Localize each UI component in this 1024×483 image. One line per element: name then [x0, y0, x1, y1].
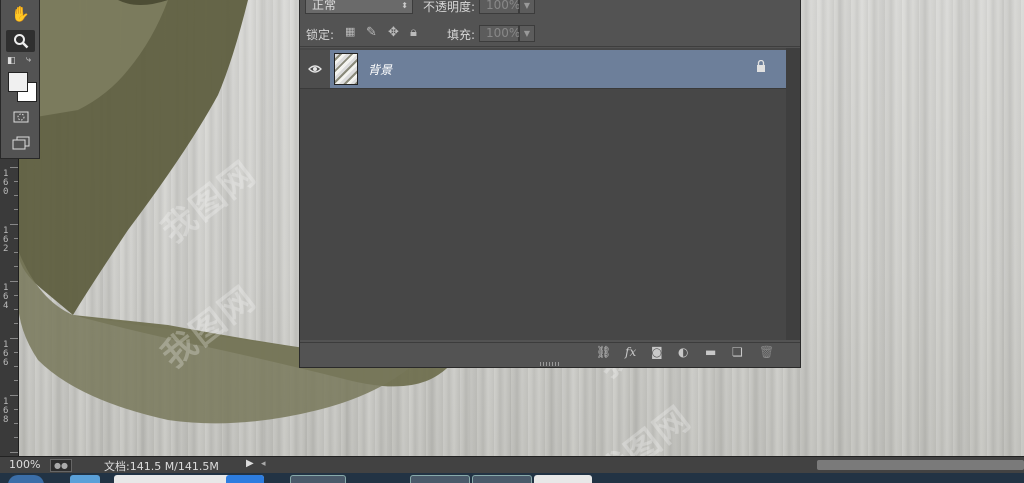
layers-scrollbar[interactable] [786, 48, 800, 340]
blend-row: 正常 ⬍ 不透明度: 100% ▼ [300, 0, 800, 18]
default-colors-icon[interactable]: ◧ [7, 56, 16, 66]
lock-transparent-pixels-icon[interactable]: ▦ [345, 25, 355, 38]
ruler-label: 1 6 8 [3, 397, 9, 425]
taskbar-app-icon[interactable] [534, 475, 592, 483]
fill-field[interactable]: 100% [479, 25, 520, 42]
blend-mode-value: 正常 [312, 0, 337, 12]
start-button-icon[interactable] [8, 475, 44, 483]
opacity-dropdown-arrow-icon[interactable]: ▼ [519, 0, 535, 14]
fill-label: 填充: [447, 28, 476, 42]
ruler-label: 1 6 2 [3, 226, 9, 254]
opacity-field[interactable]: 100% [479, 0, 520, 14]
lock-row: 锁定: ▦ ✎ ✥ 🔒︎ 填充: 100% ▼ [300, 22, 800, 47]
layers-list[interactable]: 背景 [300, 48, 786, 340]
taskbar-app-icon[interactable] [226, 475, 264, 483]
panel-resize-grip[interactable] [540, 362, 560, 366]
new-group-folder-icon[interactable]: ▬ [705, 345, 716, 359]
horizontal-scrollbar-thumb[interactable] [817, 460, 1024, 470]
quick-mask-icon[interactable] [6, 106, 35, 128]
taskbar-app-icon[interactable] [472, 475, 532, 483]
taskbar-app-icon[interactable] [290, 475, 346, 483]
layer-thumbnail [334, 53, 358, 85]
layer-lock-icon [756, 59, 766, 75]
hand-tool-icon[interactable]: ✋ [6, 3, 35, 25]
ruler-label: 1 6 4 [3, 283, 9, 311]
ruler-label: 1 6 0 [3, 169, 9, 197]
opacity-label: 不透明度: [423, 0, 476, 14]
document-info: 文档:141.5 M/141.5M [104, 460, 219, 473]
screen-mode-icon[interactable] [6, 132, 35, 154]
blend-mode-dropdown[interactable]: 正常 ⬍ [305, 0, 413, 14]
link-layers-icon[interactable]: ⛓ [596, 345, 611, 359]
taskbar-app-icon[interactable] [70, 475, 100, 483]
foreground-color-swatch[interactable] [8, 72, 28, 92]
status-bar: 100% ●● 文档:141.5 M/141.5M ▶ ◂ [0, 456, 1024, 474]
ruler-label: 1 6 6 [3, 340, 9, 368]
eye-visibility-icon[interactable] [300, 50, 330, 88]
delete-layer-trash-icon[interactable]: 🗑︎ [759, 345, 774, 359]
tools-panel: ✋ ◧ ⤷ [0, 0, 40, 159]
scroll-left-arrow-icon[interactable]: ◂ [261, 459, 266, 469]
adjustment-layer-icon[interactable]: ◐ [678, 345, 688, 359]
swap-colors-icon[interactable]: ⤷ [26, 55, 31, 65]
chevron-updown-icon: ⬍ [401, 1, 408, 10]
zoom-tool-icon[interactable] [6, 30, 35, 52]
zoom-level[interactable]: 100% [9, 458, 40, 471]
new-layer-icon[interactable]: ❏ [732, 345, 743, 359]
lock-all-icon[interactable]: 🔒︎ [410, 25, 417, 40]
fill-dropdown-arrow-icon[interactable]: ▼ [519, 25, 535, 42]
add-mask-icon[interactable]: ◙ [651, 345, 663, 359]
layer-name[interactable]: 背景 [368, 61, 392, 78]
lock-image-pixels-icon[interactable]: ✎ [366, 25, 377, 40]
lock-position-icon[interactable]: ✥ [388, 25, 399, 40]
fx-layer-style-icon[interactable]: fx [625, 345, 636, 359]
status-menu-arrow-icon[interactable]: ▶ [246, 458, 254, 469]
zoom-preview-icon[interactable]: ●● [50, 459, 72, 472]
layers-footer: ⛓ fx ◙ ◐ ▬ ❏ 🗑︎ [300, 342, 800, 363]
taskbar-app-icon[interactable] [410, 475, 470, 483]
lock-label: 锁定: [306, 28, 335, 42]
layers-panel: 正常 ⬍ 不透明度: 100% ▼ 锁定: ▦ ✎ ✥ 🔒︎ 填充: 100% … [299, 0, 801, 368]
layer-row[interactable]: 背景 [300, 50, 786, 89]
os-taskbar [0, 473, 1024, 483]
